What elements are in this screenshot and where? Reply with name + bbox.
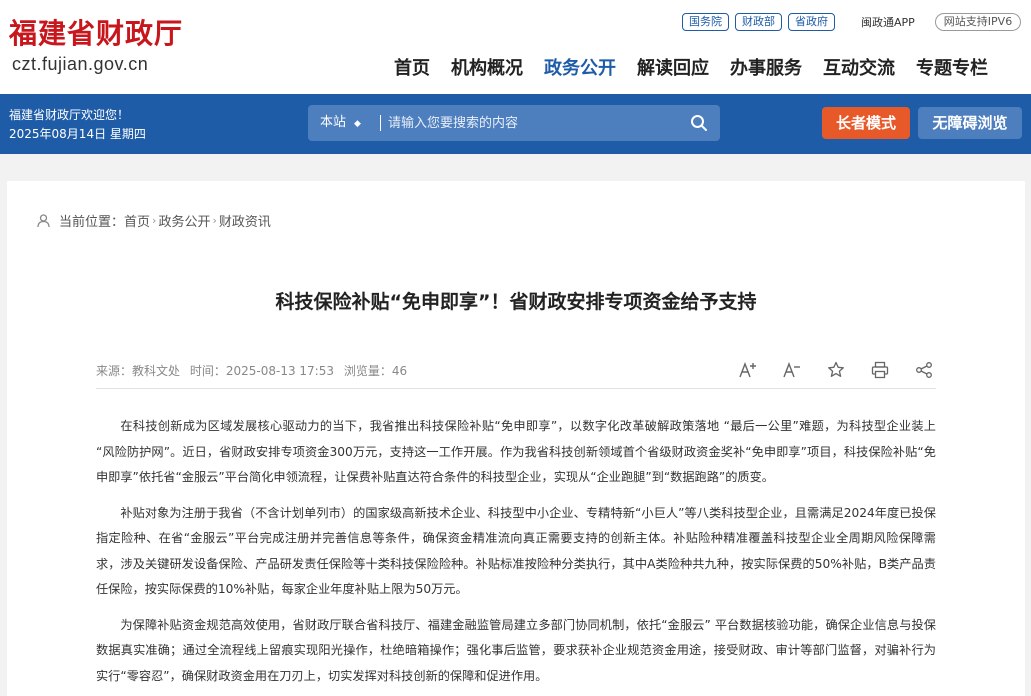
nav-gov-affairs[interactable]: 政务公开	[544, 54, 616, 80]
site-logo[interactable]: 福建省财政厅	[9, 12, 183, 52]
link-state-council[interactable]: 国务院	[682, 13, 729, 31]
utility-bar: 福建省财政厅欢迎您！ 2025年08月14日 星期四 本站 ◆ 长者模式 无障碍浏…	[0, 94, 1031, 154]
welcome-block: 福建省财政厅欢迎您！ 2025年08月14日 星期四	[9, 106, 146, 144]
font-decrease-icon[interactable]	[781, 359, 803, 381]
breadcrumb-finance-news[interactable]: 财政资讯	[219, 211, 271, 230]
article-paragraph: 为保障补贴资金规范高效使用，省财政厅联合省科技厅、福建金融监管局建立多部门协同机…	[96, 617, 936, 683]
article-views: 浏览量：46	[343, 364, 408, 378]
main-nav: 首页 机构概况 政务公开 解读回应 办事服务 互动交流 专题专栏	[394, 54, 988, 80]
current-date: 2025年08月14日 星期四	[9, 127, 146, 141]
breadcrumb-gov-affairs[interactable]: 政务公开	[158, 211, 210, 230]
elder-mode-button[interactable]: 长者模式	[822, 107, 910, 139]
site-domain: czt.fujian.gov.cn	[12, 54, 149, 74]
breadcrumb-separator-icon: ›	[152, 214, 157, 227]
search-scope-select[interactable]: 本站 ◆	[320, 105, 361, 141]
nav-topics[interactable]: 专题专栏	[916, 54, 988, 80]
nav-about[interactable]: 机构概况	[451, 54, 523, 80]
nav-services[interactable]: 办事服务	[730, 54, 802, 80]
search-box: 本站 ◆	[308, 105, 720, 141]
article-card: 当前位置： 首页 › 政务公开 › 财政资讯 科技保险补贴“免申即享”！省财政安…	[7, 181, 1025, 696]
article-paragraph: 在科技创新成为区域发展核心驱动力的当下，我省推出科技保险补贴“免申即享”，以数字…	[96, 419, 936, 484]
font-increase-icon[interactable]	[737, 359, 759, 381]
link-provincial-gov[interactable]: 省政府	[788, 13, 835, 31]
article-paragraph: 补贴对象为注册于我省（不含计划单列市）的国家级高新技术企业、科技型中小企业、专精…	[96, 505, 936, 597]
search-scope-label: 本站	[320, 115, 347, 130]
article-meta: 来源：教科文处 时间：2025-08-13 17:53 浏览量：46	[96, 362, 413, 379]
top-links: 国务院 财政部 省政府 闽政通APP 网站支持IPV6	[682, 12, 1022, 32]
article-tools	[737, 359, 935, 381]
favorite-star-icon[interactable]	[825, 359, 847, 381]
breadcrumb-home[interactable]: 首页	[124, 211, 150, 230]
accessibility-button[interactable]: 无障碍浏览	[918, 107, 1022, 139]
article-time: 时间：2025-08-13 17:53	[189, 364, 334, 378]
ipv6-badge: 网站支持IPV6	[934, 13, 1022, 31]
share-icon[interactable]	[913, 359, 935, 381]
search-input[interactable]	[388, 111, 678, 135]
link-ministry-finance[interactable]: 财政部	[735, 13, 782, 31]
article-source: 来源：教科文处	[96, 364, 181, 378]
nav-interaction[interactable]: 互动交流	[823, 54, 895, 80]
article-title: 科技保险补贴“免申即享”！省财政安排专项资金给予支持	[275, 291, 757, 313]
article-body: 在科技创新成为区域发展核心驱动力的当下，我省推出科技保险补贴“免申即享”，以数字…	[96, 414, 936, 696]
nav-home[interactable]: 首页	[394, 54, 430, 80]
site-header: 福建省财政厅 czt.fujian.gov.cn 国务院 财政部 省政府 闽政通…	[0, 0, 1031, 94]
nav-interpretation[interactable]: 解读回应	[637, 54, 709, 80]
breadcrumb-separator-icon: ›	[212, 214, 217, 227]
welcome-text: 福建省财政厅欢迎您！	[9, 108, 130, 122]
search-icon[interactable]	[690, 114, 708, 132]
print-icon[interactable]	[869, 359, 891, 381]
meta-divider	[96, 388, 936, 389]
search-divider	[380, 115, 381, 131]
breadcrumb: 当前位置： 首页 › 政务公开 › 财政资讯	[36, 211, 271, 230]
app-link[interactable]: 闽政通APP	[861, 14, 915, 30]
sort-caret-icon: ◆	[354, 119, 361, 129]
user-location-icon	[37, 214, 50, 228]
breadcrumb-label: 当前位置：	[59, 215, 125, 230]
